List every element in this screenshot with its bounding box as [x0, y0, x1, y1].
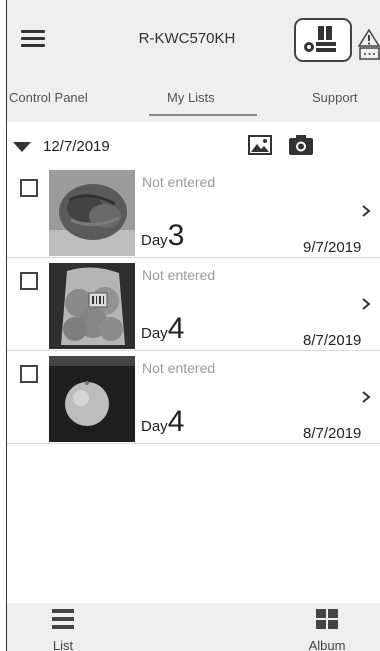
nav-album-button[interactable]: Album [297, 609, 357, 651]
day-number: 4 [167, 405, 185, 438]
item-day: Day3 [141, 219, 185, 252]
grid-icon [316, 609, 338, 629]
bottom-nav: List Album [7, 603, 380, 651]
nav-list-label: List [52, 638, 74, 651]
app-header: R-KWC570KH [7, 0, 380, 72]
item-day: Day4 [141, 405, 185, 438]
item-date: 9/7/2019 [303, 239, 362, 256]
date-group-header: 12/7/2019 [7, 132, 380, 166]
app-title: R-KWC570KH [138, 30, 236, 47]
bagged-tomatoes-photo [49, 263, 135, 349]
tab-control-panel[interactable]: Control Panel [9, 90, 88, 105]
chevron-right-icon [362, 298, 371, 310]
lettuce-photo [49, 170, 135, 256]
tab-support[interactable]: Support [312, 90, 358, 105]
nav-album-label: Album [308, 638, 346, 651]
caret-down-icon[interactable] [13, 142, 31, 152]
day-label: Day [141, 418, 168, 435]
day-label: Day [141, 325, 168, 342]
camera-icon[interactable] [288, 134, 314, 156]
tab-my-lists[interactable]: My Lists [167, 90, 215, 105]
list-item[interactable]: Not entered Day4 8/7/2019 [7, 259, 380, 351]
hamburger-menu-icon[interactable] [21, 30, 45, 48]
item-checkbox[interactable] [20, 179, 38, 197]
image-icon[interactable] [248, 135, 272, 155]
chevron-right-icon [362, 205, 371, 217]
list-icon [52, 609, 74, 629]
item-status: Not entered [142, 267, 216, 283]
orange-photo [49, 356, 135, 442]
item-day: Day4 [141, 312, 185, 345]
tab-bar: Control Panel My Lists Support [7, 72, 380, 122]
list-item[interactable]: Not entered Day4 8/7/2019 [7, 352, 380, 444]
alert-button[interactable] [357, 28, 380, 64]
chevron-right-icon [362, 391, 371, 403]
item-status: Not entered [142, 174, 216, 190]
active-tab-indicator [149, 114, 257, 116]
item-date: 8/7/2019 [303, 425, 362, 442]
group-date: 12/7/2019 [43, 138, 110, 155]
warning-triangle-icon [357, 28, 380, 60]
fridge-status-icon [304, 26, 336, 52]
item-status: Not entered [142, 360, 216, 376]
day-number: 4 [167, 312, 185, 345]
day-label: Day [141, 232, 168, 249]
nav-list-button[interactable]: List [33, 609, 93, 651]
list-item[interactable]: Not entered Day3 9/7/2019 [7, 166, 380, 258]
day-number: 3 [167, 219, 185, 252]
item-checkbox[interactable] [20, 272, 38, 290]
item-date: 8/7/2019 [303, 332, 362, 349]
item-checkbox[interactable] [20, 365, 38, 383]
fridge-status-button[interactable] [294, 18, 352, 62]
app-frame: R-KWC570KH Control Panel My Lists Suppor… [6, 0, 380, 651]
